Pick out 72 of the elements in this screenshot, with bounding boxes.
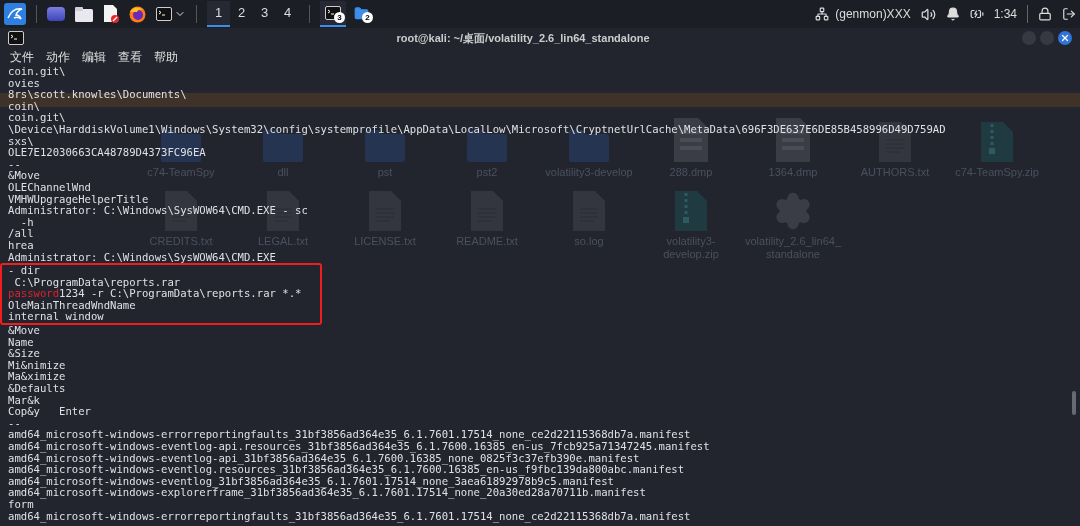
terminal-line: ovies	[8, 77, 40, 90]
dragon-logo-icon[interactable]	[4, 3, 26, 25]
terminal-line: &Move	[8, 325, 40, 337]
terminal-icon	[8, 31, 24, 45]
archive-file-icon	[981, 122, 1013, 162]
terminal-line: /all	[8, 228, 34, 240]
workspace-button[interactable]: 3	[253, 1, 276, 27]
count-badge: 3	[334, 12, 345, 23]
workspace-button[interactable]: 1	[207, 1, 230, 27]
terminal-line: -h	[19, 216, 34, 229]
genmon-text: (genmon)XXX	[835, 6, 911, 23]
folder-icon[interactable]	[75, 6, 93, 22]
terminal-line: form	[8, 498, 34, 511]
close-button[interactable]	[1058, 31, 1072, 45]
document-icon[interactable]	[103, 5, 119, 23]
workspace-button[interactable]: 4	[276, 1, 299, 27]
terminal-line: password1234 -r C:\ProgramData\reports.rar *.*	[8, 288, 302, 300]
terminal-line: &Move	[8, 170, 40, 182]
terminal-line: amd64_microsoft-windows-errorreportingfaults_31bf3856ad364e35_6.1.7601.17514_none_ce2d22115368db7a.manifest	[8, 429, 691, 441]
archive-file-icon	[675, 191, 707, 231]
terminal-line: internal window	[8, 311, 104, 324]
terminal-line: &Size	[8, 348, 40, 360]
terminal-line: hrea	[8, 239, 34, 252]
browser-icon[interactable]	[129, 5, 146, 23]
terminal-line: --	[8, 158, 21, 171]
terminal-line: Name	[8, 336, 34, 349]
count-badge: 2	[362, 12, 373, 23]
terminal-line: amd64_microsoft-windows-eventlog-api_31bf3856ad364e35_6.1.7600.16385_none_0825f3c37efb390e.manifest	[8, 452, 640, 465]
terminal-line: amd64_microsoft-windows-eventlog_31bf3856ad364e35_6.1.7601.17514_none_3aea61892978b9c5.manifest	[8, 475, 614, 488]
terminal-line: Administrator: C:\Windows\SysWOW64\CMD.EXE	[8, 251, 276, 264]
terminal-line: 8rs\scott.knowles\Documents\	[8, 89, 187, 101]
terminal-line: Administrator: C:\Windows\SysWOW64\CMD.EXE - sc	[8, 205, 308, 217]
terminal-line: sxs\	[8, 135, 34, 148]
menu-item[interactable]: 文件	[10, 48, 34, 66]
gear-icon	[773, 191, 813, 231]
terminal-line: Cop&y Enter	[8, 406, 91, 418]
bell-icon[interactable]	[945, 7, 960, 21]
terminal-line: &Defaults	[8, 383, 66, 395]
task-button[interactable]: 2	[348, 1, 374, 27]
terminal-line: OleMainThreadWndName	[8, 299, 136, 312]
menu-item[interactable]: 帮助	[154, 48, 178, 66]
battery-icon[interactable]	[969, 7, 984, 21]
network-icon[interactable]	[815, 7, 830, 21]
terminal-line: Mi&nimize	[8, 359, 66, 372]
terminal-line: --	[8, 417, 21, 430]
terminal-line: C:\ProgramData\reports.rar	[14, 276, 181, 289]
lock-icon[interactable]	[1038, 7, 1052, 21]
terminal-line: coin\	[8, 100, 40, 113]
terminal-line: OLE7E12030663CA48789D4373FC96EA	[8, 147, 206, 159]
volume-icon[interactable]	[920, 6, 936, 22]
terminal-icon	[156, 7, 172, 21]
terminal-line: amd64_microsoft-windows-errorreportingfaults_31bf3856ad364e35_6.1.7601.17514_none_ce2d22115368db7a.manifest	[8, 510, 691, 523]
terminal-line: VMHWUpgrageHelperTitle	[8, 193, 149, 206]
window-title: root@kali: ~/桌面/volatility_2.6_lin64_standalone	[396, 30, 650, 46]
terminal-line: - dir	[8, 265, 40, 277]
terminal-line: OLEChannelWnd	[8, 181, 91, 194]
menu-item[interactable]: 查看	[118, 48, 142, 66]
terminal-line: Mar&k	[8, 394, 40, 407]
terminal-line: amd64_microsoft-windows-eventlog.resources_31bf3856ad364e35_6.1.7600.16385_en-us_f9fbc139da800abc.manifest	[8, 464, 685, 476]
logout-icon[interactable]	[1062, 7, 1076, 21]
workspace-button[interactable]: 2	[230, 1, 253, 27]
task-button[interactable]: 3	[320, 1, 346, 27]
terminal-line: coin.git\	[8, 112, 66, 124]
desktop-icon[interactable]	[47, 7, 65, 21]
terminal-line: Ma&ximize	[8, 371, 66, 384]
terminal-line: amd64_microsoft-windows-eventlog-api.resources_31bf3856ad364e35_6.1.7600.16385_en-us_7fcb925a71347245.manifest	[8, 441, 710, 453]
terminal-line: amd64_microsoft-windows-explorerframe_31bf3856ad364e35_6.1.7601.17514_none_20a30ed28a70711b.manifest	[8, 487, 646, 499]
clock: 1:34	[993, 6, 1017, 23]
terminal-line: coin.git\	[8, 66, 66, 78]
menu-item[interactable]: 动作	[46, 48, 70, 66]
menu-item[interactable]: 编辑	[82, 48, 106, 66]
terminal-line: \Device\HarddiskVolume1\Windows\System32\config\systemprofile\AppData\LocalLow\Microsoft\CryptnetUrlCache\MetaData\696F3DE637E6DE85B458996D49D759AD	[8, 123, 946, 136]
